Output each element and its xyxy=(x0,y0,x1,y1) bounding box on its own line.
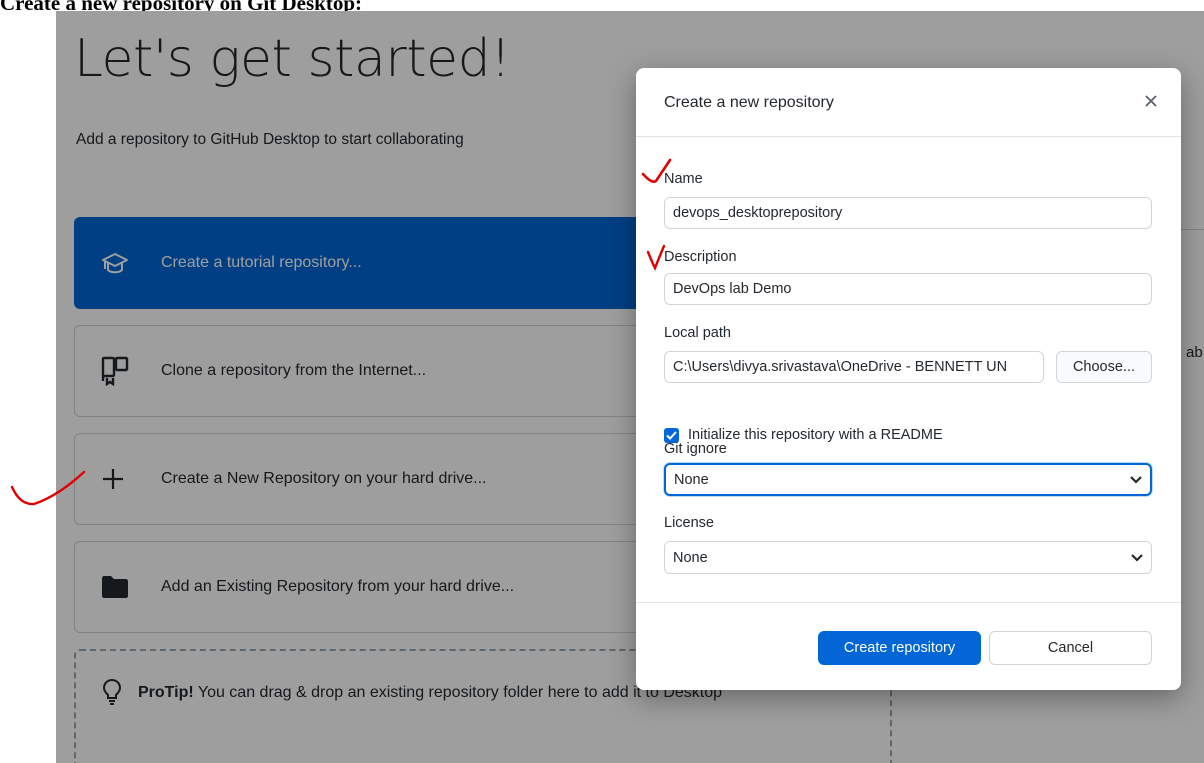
dialog-footer: Create repository Cancel xyxy=(636,602,1181,690)
license-label: License xyxy=(664,515,714,531)
cancel-button[interactable]: Cancel xyxy=(989,631,1152,665)
close-icon[interactable] xyxy=(1141,91,1161,111)
license-value: None xyxy=(673,549,708,566)
document-heading: Create a new repository on Git Desktop: xyxy=(0,0,363,15)
dialog-title: Create a new repository xyxy=(664,94,834,111)
local-path-field[interactable] xyxy=(664,351,1044,383)
name-field[interactable] xyxy=(664,197,1152,229)
chevron-down-icon xyxy=(1130,472,1142,488)
chevron-down-icon xyxy=(1131,550,1143,566)
git-ignore-value: None xyxy=(674,471,709,488)
dialog-header: Create a new repository xyxy=(636,68,1181,137)
choose-path-button[interactable]: Choose... xyxy=(1056,351,1152,383)
git-ignore-label: Git ignore xyxy=(664,441,727,457)
license-select[interactable]: None xyxy=(664,541,1152,574)
create-repository-dialog: Create a new repository Name Description… xyxy=(636,68,1181,690)
name-label: Name xyxy=(664,171,703,187)
create-repository-button[interactable]: Create repository xyxy=(818,631,981,665)
local-path-label: Local path xyxy=(664,325,731,341)
description-label: Description xyxy=(664,249,737,265)
git-ignore-select[interactable]: None xyxy=(664,463,1152,496)
description-field[interactable] xyxy=(664,273,1152,305)
